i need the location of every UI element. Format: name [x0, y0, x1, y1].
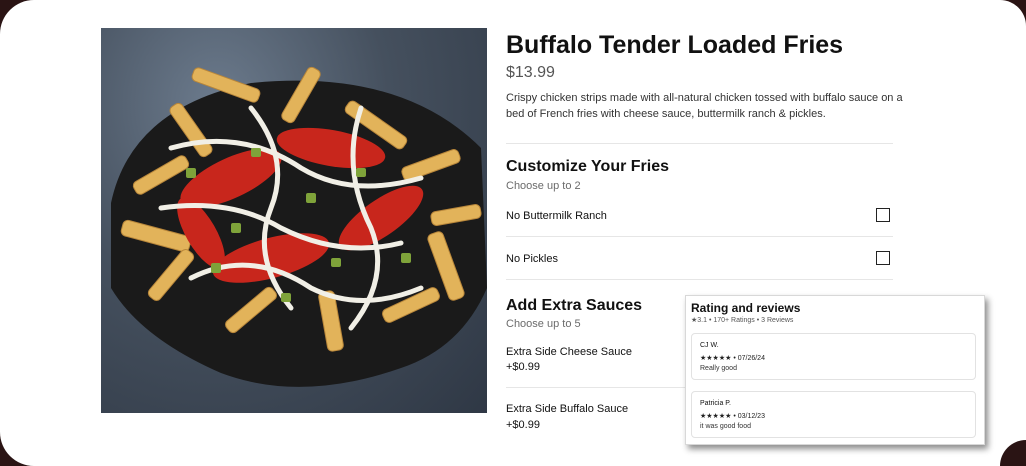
item-price: $13.99 [506, 64, 555, 81]
review-stars-date: ★★★★★ • 07/26/24 [700, 355, 765, 362]
review-card[interactable]: Patricia P. ★★★★★ • 03/12/23 it was good… [691, 391, 976, 438]
customize-section-title: Customize Your Fries [506, 158, 669, 175]
food-photo [101, 28, 487, 413]
option-no-buttermilk-ranch-checkbox[interactable] [876, 208, 890, 222]
ratings-reviews-panel: Rating and reviews ★3.1 • 170+ Ratings •… [685, 295, 985, 445]
item-title: Buffalo Tender Loaded Fries [506, 31, 844, 59]
sauce-option-cheese-price: +$0.99 [506, 361, 540, 373]
sauce-option-buffalo-label[interactable]: Extra Side Buffalo Sauce [506, 403, 628, 415]
review-text: Really good [700, 365, 737, 372]
item-description: Crispy chicken strips made with all-natu… [506, 92, 903, 120]
divider [506, 143, 893, 144]
sauces-section-title: Add Extra Sauces [506, 297, 643, 314]
sauce-option-cheese-label[interactable]: Extra Side Cheese Sauce [506, 346, 632, 358]
reviewer-name: CJ W. [700, 342, 719, 349]
option-no-pickles-label: No Pickles [506, 253, 558, 265]
sauces-section-subtitle: Choose up to 5 [506, 318, 581, 330]
reviewer-name: Patricia P. [700, 400, 731, 407]
divider [506, 279, 893, 280]
customize-section-subtitle: Choose up to 2 [506, 180, 581, 192]
review-card[interactable]: CJ W. ★★★★★ • 07/26/24 Really good [691, 333, 976, 380]
divider [506, 387, 686, 388]
option-no-buttermilk-ranch-label: No Buttermilk Ranch [506, 210, 607, 222]
sauce-option-buffalo-price: +$0.99 [506, 419, 540, 431]
divider [506, 236, 893, 237]
option-no-pickles-checkbox[interactable] [876, 251, 890, 265]
reviews-title: Rating and reviews [691, 301, 801, 315]
review-stars-date: ★★★★★ • 03/12/23 [700, 413, 765, 420]
reviews-summary: ★3.1 • 170+ Ratings • 3 Reviews [691, 317, 794, 324]
review-text: it was good food [700, 423, 751, 430]
